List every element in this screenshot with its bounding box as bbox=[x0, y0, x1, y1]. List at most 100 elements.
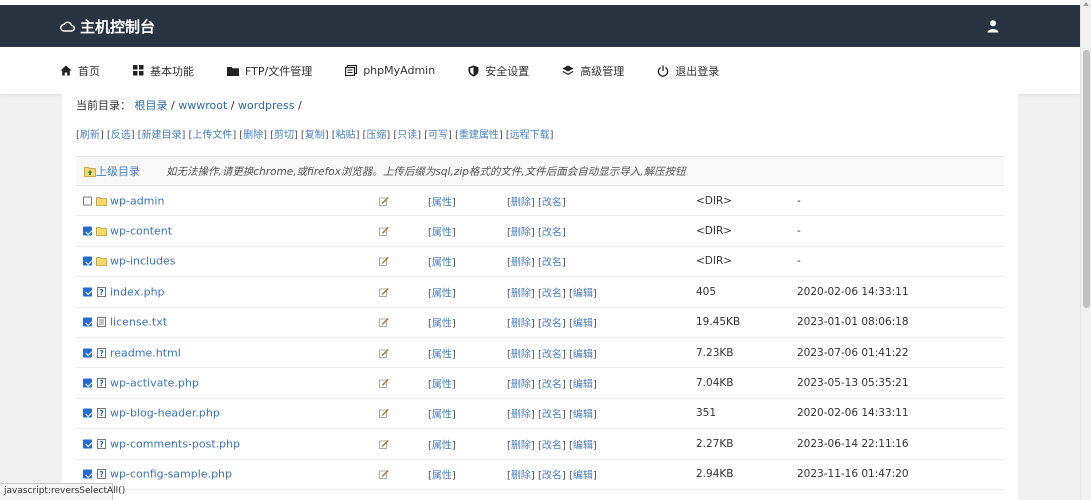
file-name-link[interactable]: license.txt bbox=[110, 316, 167, 329]
toolbar-button[interactable]: 只读 bbox=[397, 130, 417, 141]
toolbar-button[interactable]: 剪切 bbox=[274, 130, 294, 141]
delete-link[interactable]: 删除 bbox=[511, 471, 531, 482]
edit-icon[interactable] bbox=[379, 348, 389, 358]
rename-link[interactable]: 改名 bbox=[542, 288, 562, 299]
toolbar-button[interactable]: 上传文件 bbox=[192, 130, 232, 141]
edit-icon[interactable] bbox=[379, 256, 389, 267]
nav-item-home[interactable]: 首页 bbox=[60, 63, 100, 79]
row-checkbox[interactable] bbox=[83, 469, 92, 479]
rename-link[interactable]: 改名 bbox=[542, 319, 562, 330]
file-name-link[interactable]: wp-admin bbox=[110, 194, 164, 207]
attributes-link[interactable]: 属性 bbox=[432, 440, 452, 451]
edit-icon[interactable] bbox=[379, 196, 389, 206]
attributes-link[interactable]: 属性 bbox=[432, 228, 452, 239]
nav-item-advanced[interactable]: 高级管理 bbox=[562, 63, 624, 79]
nav-item-security[interactable]: 安全设置 bbox=[468, 63, 529, 79]
file-name-link[interactable]: wp-includes bbox=[110, 255, 176, 268]
scrollbar-thumb[interactable] bbox=[1083, 50, 1090, 308]
nav-item-basic[interactable]: 基本功能 bbox=[133, 63, 194, 79]
toolbar-button[interactable]: 远程下载 bbox=[510, 130, 550, 141]
row-checkbox[interactable] bbox=[83, 348, 92, 358]
toolbar-button[interactable]: 新建目录 bbox=[142, 130, 182, 141]
row-checkbox[interactable] bbox=[83, 226, 92, 236]
toolbar-button[interactable]: 可写 bbox=[428, 130, 448, 141]
delete-link[interactable]: 删除 bbox=[511, 258, 531, 269]
app-brand[interactable]: 主机控制台 bbox=[60, 5, 155, 47]
rename-link[interactable]: 改名 bbox=[542, 440, 562, 451]
file-date: - bbox=[797, 225, 801, 238]
edit-icon[interactable] bbox=[379, 439, 389, 449]
edit-icon[interactable] bbox=[379, 226, 389, 236]
edit-icon[interactable] bbox=[379, 287, 389, 297]
rename-link[interactable]: 改名 bbox=[542, 197, 562, 208]
delete-link[interactable]: 删除 bbox=[511, 288, 531, 299]
rename-link[interactable]: 改名 bbox=[542, 410, 562, 421]
scroll-up-arrow-icon[interactable] bbox=[1083, 2, 1089, 6]
attributes-link[interactable]: 属性 bbox=[432, 410, 452, 421]
edit-link[interactable]: 编辑 bbox=[573, 471, 593, 482]
row-checkbox[interactable] bbox=[83, 256, 92, 266]
edit-link[interactable]: 编辑 bbox=[573, 380, 593, 391]
file-name-link[interactable]: wp-comments-post.php bbox=[110, 437, 240, 450]
attributes-link[interactable]: 属性 bbox=[432, 349, 452, 360]
nav-item-logout[interactable]: 退出登录 bbox=[657, 63, 719, 79]
delete-link[interactable]: 删除 bbox=[511, 380, 531, 391]
attributes-link[interactable]: 属性 bbox=[432, 380, 452, 391]
breadcrumb-root[interactable]: 根目录 bbox=[135, 99, 168, 112]
toolbar-button[interactable]: 反选 bbox=[111, 130, 131, 141]
rename-link[interactable]: 改名 bbox=[542, 228, 562, 239]
row-checkbox[interactable] bbox=[83, 196, 92, 206]
rename-link[interactable]: 改名 bbox=[542, 349, 562, 360]
file-name-link[interactable]: readme.html bbox=[110, 346, 181, 359]
attributes-link[interactable]: 属性 bbox=[432, 319, 452, 330]
file-name-link[interactable]: wp-config-sample.php bbox=[110, 468, 232, 481]
nav-item-ftp[interactable]: FTP/文件管理 bbox=[227, 63, 312, 79]
row-checkbox[interactable] bbox=[83, 378, 92, 388]
attributes-link[interactable]: 属性 bbox=[432, 258, 452, 269]
delete-link[interactable]: 删除 bbox=[511, 319, 531, 330]
toolbar-button[interactable]: 删除 bbox=[243, 130, 263, 141]
edit-link[interactable]: 编辑 bbox=[573, 410, 593, 421]
rename-link[interactable]: 改名 bbox=[542, 471, 562, 482]
row-checkbox[interactable] bbox=[83, 439, 92, 449]
row-checkbox[interactable] bbox=[83, 317, 92, 327]
edit-icon[interactable] bbox=[379, 317, 389, 328]
user-icon[interactable] bbox=[986, 19, 1000, 33]
delete-link[interactable]: 删除 bbox=[511, 197, 531, 208]
attributes-link[interactable]: 属性 bbox=[432, 471, 452, 482]
delete-link[interactable]: 删除 bbox=[511, 410, 531, 421]
parent-dir-link[interactable]: 上级目录 bbox=[84, 163, 140, 179]
edit-icon[interactable] bbox=[379, 469, 389, 480]
file-name-link[interactable]: wp-activate.php bbox=[110, 377, 199, 390]
row-checkbox[interactable] bbox=[83, 408, 92, 418]
edit-link[interactable]: 编辑 bbox=[573, 288, 593, 299]
delete-link[interactable]: 删除 bbox=[511, 228, 531, 239]
toolbar-button[interactable]: 刷新 bbox=[80, 130, 100, 141]
file-name-link[interactable]: wp-blog-header.php bbox=[110, 407, 220, 420]
toolbar-button[interactable]: 粘贴 bbox=[336, 130, 356, 141]
app-header: 主机控制台 bbox=[0, 5, 1080, 47]
attributes-link[interactable]: 属性 bbox=[432, 197, 452, 208]
file-name-link[interactable]: index.php bbox=[110, 285, 165, 298]
edit-icon[interactable] bbox=[379, 378, 389, 388]
breadcrumb-wwwroot[interactable]: wwwroot bbox=[178, 99, 227, 112]
delete-link[interactable]: 删除 bbox=[511, 349, 531, 360]
breadcrumb-wordpress[interactable]: wordpress bbox=[238, 99, 295, 112]
delete-link[interactable]: 删除 bbox=[511, 440, 531, 451]
toolbar-button[interactable]: 压缩 bbox=[366, 130, 386, 141]
row-checkbox[interactable] bbox=[83, 287, 92, 297]
toolbar-item: [远程下载] bbox=[506, 130, 554, 141]
edit-link[interactable]: 编辑 bbox=[573, 349, 593, 360]
edit-icon[interactable] bbox=[379, 408, 389, 419]
rename-link[interactable]: 改名 bbox=[542, 380, 562, 391]
rename-link[interactable]: 改名 bbox=[542, 258, 562, 269]
table-row: wp-admin [属性] [删除] [改名] <DIR> - bbox=[76, 186, 1004, 217]
edit-link[interactable]: 编辑 bbox=[573, 440, 593, 451]
attributes-link[interactable]: 属性 bbox=[432, 288, 452, 299]
nav-item-phpmyadmin[interactable]: phpMyAdmin bbox=[345, 64, 435, 77]
toolbar-button[interactable]: 复制 bbox=[305, 130, 325, 141]
page-scrollbar[interactable] bbox=[1080, 0, 1091, 500]
toolbar-button[interactable]: 重建属性 bbox=[459, 130, 499, 141]
file-name-link[interactable]: wp-content bbox=[110, 225, 172, 238]
edit-link[interactable]: 编辑 bbox=[573, 319, 593, 330]
